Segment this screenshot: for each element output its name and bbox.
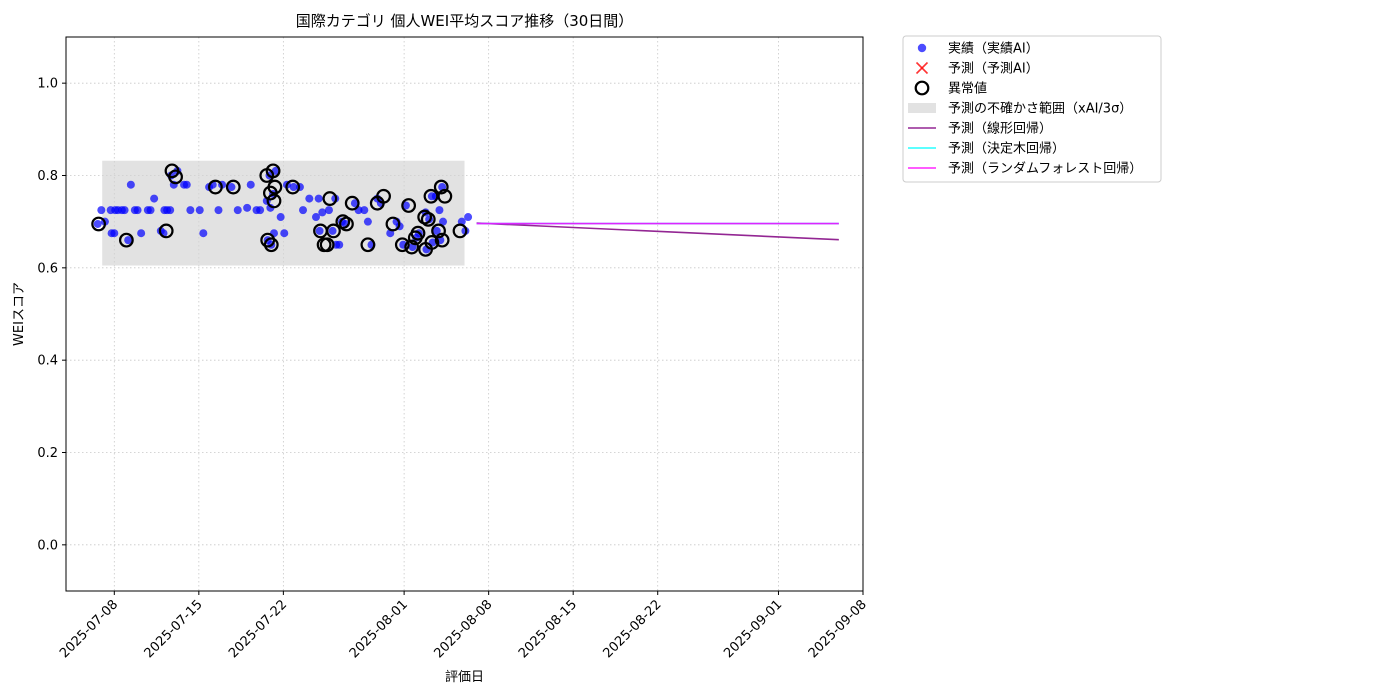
plot-frame — [65, 36, 864, 592]
actual-point — [93, 219, 102, 228]
actual-point — [97, 206, 106, 215]
x-tick-label: 2025-08-22 — [601, 597, 665, 661]
chart-title: 国際カテゴリ 個人WEI平均スコア推移（30日間） — [296, 12, 634, 30]
actual-point — [276, 213, 285, 222]
y-axis-label: WEIスコア — [12, 282, 27, 346]
y-tick-label: 0.0 — [37, 538, 58, 553]
legend-label-linear: 予測（線形回帰） — [948, 121, 1052, 137]
x-tick-label: 2025-07-15 — [142, 597, 206, 661]
legend-marker-actual — [917, 43, 927, 53]
actual-point — [143, 206, 152, 215]
y-tick-label: 0.8 — [37, 169, 58, 184]
actual-point — [246, 180, 255, 189]
chart: 2025-07-08 2025-07-15 2025-07-22 2025-08-01… — [12, 12, 1162, 685]
y-tick-label: 0.6 — [37, 261, 58, 276]
actual-point — [180, 180, 189, 189]
actual-point — [363, 217, 372, 226]
actual-point — [299, 206, 308, 215]
legend-label-forest: 予測（ランダムフォレスト回帰） — [948, 161, 1142, 177]
actual-point — [289, 183, 298, 192]
y-tick-label: 1.0 — [37, 77, 58, 92]
legend-label-tree: 予測（決定木回帰） — [948, 141, 1065, 157]
actual-point — [335, 240, 344, 249]
actual-point — [311, 213, 320, 222]
actual-point — [195, 206, 204, 215]
actual-point — [107, 229, 116, 238]
actual-point — [328, 226, 337, 235]
y-tick-label: 0.2 — [37, 446, 58, 461]
actual-point — [305, 194, 314, 203]
x-tick-label: 2025-09-08 — [806, 597, 870, 661]
actual-point — [199, 229, 208, 238]
x-tick-label: 2025-09-01 — [721, 597, 785, 661]
actual-point — [435, 206, 444, 215]
actual-point — [186, 206, 195, 215]
x-tick-label: 2025-07-08 — [57, 597, 121, 661]
actual-point — [166, 206, 175, 215]
actual-point — [117, 206, 126, 215]
actual-point — [324, 206, 333, 215]
legend-label-actual: 実績（実績AI） — [948, 41, 1039, 57]
actual-point — [315, 226, 324, 235]
y-tick-label: 0.4 — [37, 354, 58, 369]
x-tick-label: 2025-08-08 — [431, 597, 495, 661]
actual-point — [280, 229, 289, 238]
legend: 実績（実績AI） 予測（予測AI） 異常値予測の不確かさ範囲（xAI/3σ） 予測（線… — [902, 35, 1162, 183]
x-tick-label: 2025-07-22 — [226, 597, 290, 661]
actual-point — [314, 194, 323, 203]
grid — [66, 37, 864, 591]
legend-marker-band — [908, 103, 936, 113]
legend-label-predicted: 予測（予測AI） — [948, 62, 1039, 77]
actual-point — [150, 194, 159, 203]
actual-point — [360, 206, 369, 215]
legend-label-outlier: 異常値 — [948, 81, 987, 97]
actual-point — [130, 206, 139, 215]
legend-label-uncertainty: 予測の不確かさ範囲（xAI/3σ） — [948, 101, 1132, 117]
actual-point — [137, 229, 146, 238]
x-axis-label: 評価日 — [445, 670, 484, 685]
x-tick-label: 2025-08-01 — [347, 597, 411, 661]
actual-point — [256, 206, 265, 215]
x-tick-label: 2025-08-15 — [516, 597, 580, 661]
actual-point — [243, 203, 252, 212]
actual-point — [214, 206, 223, 215]
actual-point — [233, 206, 242, 215]
actual-point — [126, 180, 135, 189]
